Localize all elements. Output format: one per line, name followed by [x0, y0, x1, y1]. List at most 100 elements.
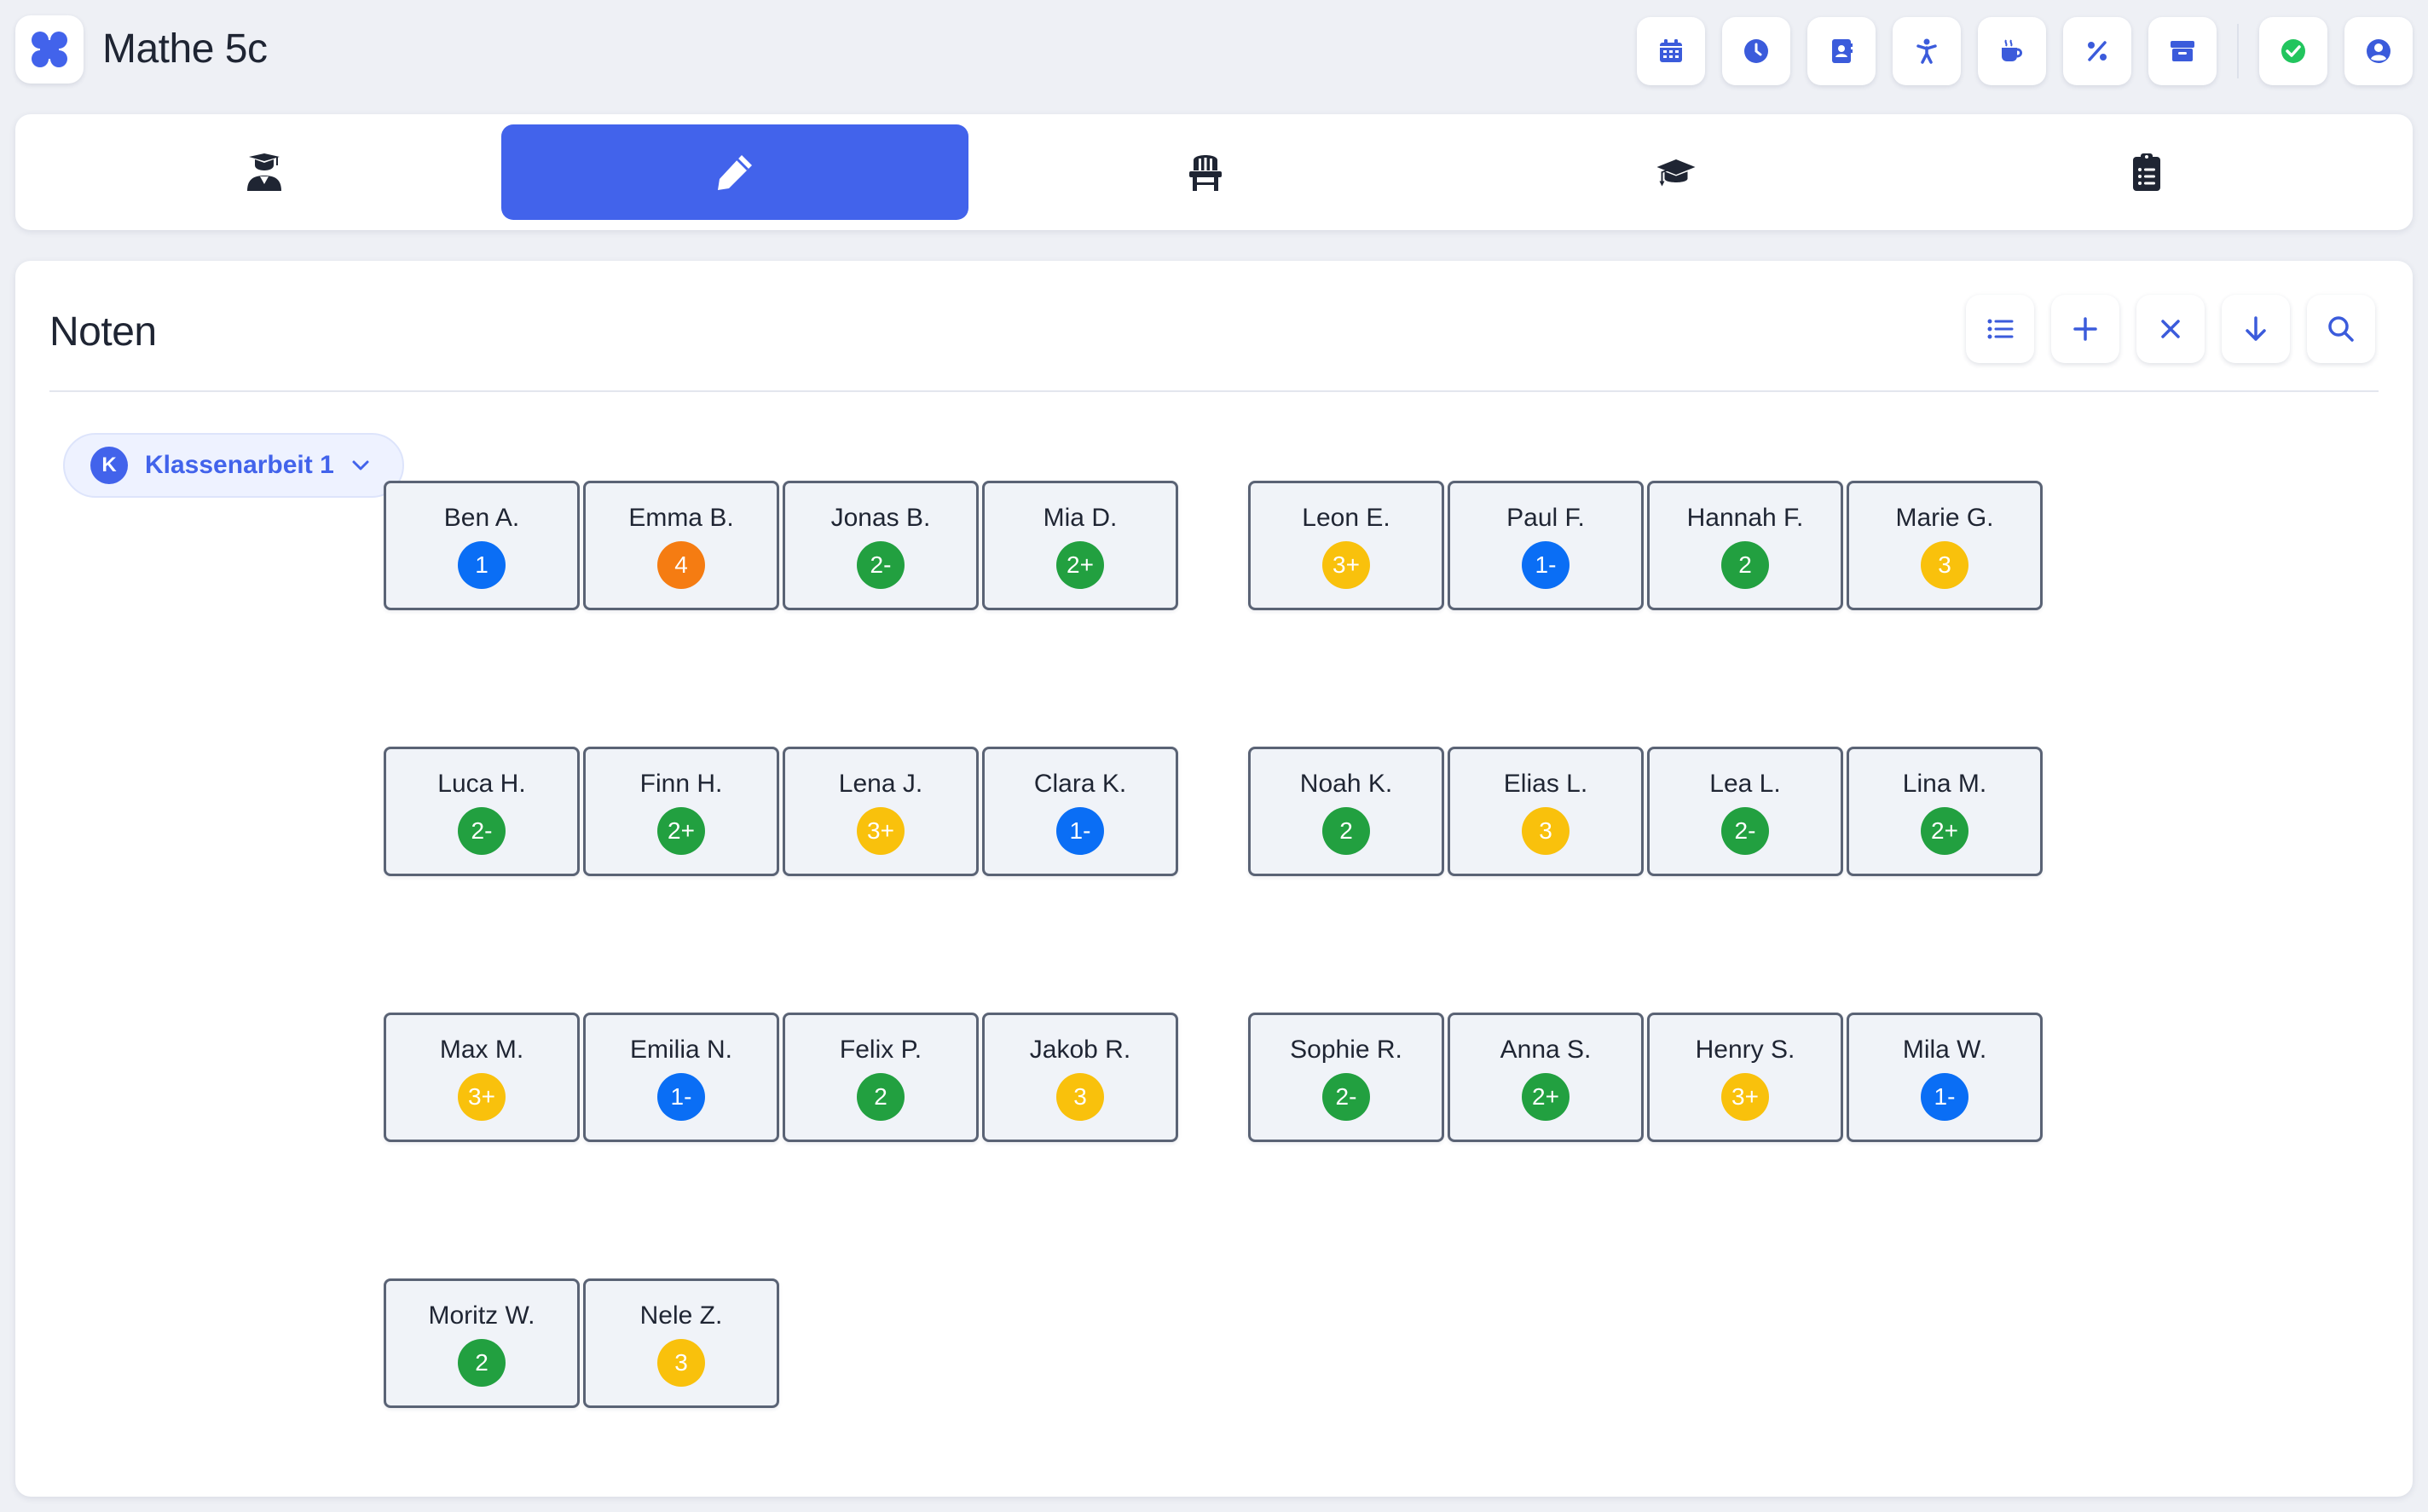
- student-tile[interactable]: Anna S. 2+: [1448, 1013, 1644, 1142]
- tab-grades[interactable]: [501, 124, 968, 220]
- status-button[interactable]: [2259, 17, 2327, 85]
- student-tile[interactable]: Clara K. 1-: [982, 747, 1178, 876]
- close-icon: [2161, 320, 2180, 338]
- archive-button[interactable]: [2148, 17, 2217, 85]
- percent-button[interactable]: [2063, 17, 2131, 85]
- account-button[interactable]: [2344, 17, 2413, 85]
- tab-bar: [15, 114, 2413, 230]
- student-tile[interactable]: Emma B. 4: [583, 481, 779, 610]
- tab-tasks[interactable]: [1913, 124, 2380, 220]
- list-icon: [1987, 319, 2014, 339]
- student-name: Jakob R.: [1029, 1036, 1131, 1064]
- grade-badge: 2: [1721, 541, 1769, 589]
- tab-exams[interactable]: [1442, 124, 1910, 220]
- plus-icon: [2073, 317, 2097, 341]
- exam-label: Klassenarbeit 1: [145, 451, 334, 479]
- student-tile[interactable]: Felix P. 2: [783, 1013, 979, 1142]
- student-name: Finn H.: [639, 770, 723, 798]
- section-divider: [49, 390, 2379, 392]
- student-tile[interactable]: Nele Z. 3: [583, 1278, 779, 1408]
- contacts-button[interactable]: [1807, 17, 1876, 85]
- grade-badge: 1: [458, 541, 506, 589]
- accessibility-button[interactable]: [1893, 17, 1961, 85]
- grade-badge: 1-: [657, 1073, 705, 1121]
- section-title: Noten: [49, 309, 157, 355]
- grade-badge: 4: [657, 541, 705, 589]
- grade-badge: 2+: [1522, 1073, 1570, 1121]
- list-view-button[interactable]: [1966, 295, 2034, 363]
- grade-badge: 3+: [1721, 1073, 1769, 1121]
- student-name: Emma B.: [628, 504, 734, 532]
- grade-badge: 3+: [458, 1073, 506, 1121]
- student-tile[interactable]: Henry S. 3+: [1647, 1013, 1843, 1142]
- student-name: Luca H.: [437, 770, 526, 798]
- student-name: Max M.: [439, 1036, 524, 1064]
- student-tile[interactable]: Elias L. 3: [1448, 747, 1644, 876]
- student-tile[interactable]: Ben A. 1: [384, 481, 580, 610]
- grade-badge: 2: [1322, 807, 1370, 855]
- chair-icon: [1189, 155, 1222, 191]
- clear-button[interactable]: [2136, 295, 2205, 363]
- grade-badge: 3: [1522, 807, 1570, 855]
- student-name: Nele Z.: [639, 1301, 723, 1330]
- search-button[interactable]: [2307, 295, 2375, 363]
- grade-badge: 2: [458, 1339, 506, 1387]
- clock-button[interactable]: [1722, 17, 1790, 85]
- student-tile[interactable]: Max M. 3+: [384, 1013, 580, 1142]
- student-tile[interactable]: Luca H. 2-: [384, 747, 580, 876]
- student-name: Elias L.: [1503, 770, 1588, 798]
- grade-badge: 1-: [1921, 1073, 1968, 1121]
- student-tile[interactable]: Jonas B. 2-: [783, 481, 979, 610]
- grade-badge: 3: [657, 1339, 705, 1387]
- student-tile[interactable]: Lea L. 2-: [1647, 747, 1843, 876]
- sort-button[interactable]: [2222, 295, 2290, 363]
- student-name: Moritz W.: [428, 1301, 535, 1330]
- student-name: Marie G.: [1895, 504, 1994, 532]
- student-tile[interactable]: Paul F. 1-: [1448, 481, 1644, 610]
- student-tile[interactable]: Finn H. 2+: [583, 747, 779, 876]
- student-tile[interactable]: Noah K. 2: [1248, 747, 1444, 876]
- chevron-down-icon: [352, 460, 369, 470]
- student-name: Leon E.: [1302, 504, 1390, 532]
- student-tile[interactable]: Lina M. 2+: [1847, 747, 2043, 876]
- student-tile[interactable]: Mila W. 1-: [1847, 1013, 2043, 1142]
- student-tile[interactable]: Jakob R. 3: [982, 1013, 1178, 1142]
- student-tile[interactable]: Lena J. 3+: [783, 747, 979, 876]
- grade-badge: 3+: [857, 807, 905, 855]
- calendar-icon: [1660, 39, 1682, 62]
- student-tile[interactable]: Moritz W. 2: [384, 1278, 580, 1408]
- student-name: Anna S.: [1500, 1036, 1592, 1064]
- student-name: Lea L.: [1709, 770, 1781, 798]
- student-tile[interactable]: Hannah F. 2: [1647, 481, 1843, 610]
- student-tile[interactable]: Sophie R. 2-: [1248, 1013, 1444, 1142]
- grade-badge: 2: [857, 1073, 905, 1121]
- app-logo[interactable]: [15, 15, 84, 84]
- grade-badge: 2-: [458, 807, 506, 855]
- grade-badge: 2-: [1721, 807, 1769, 855]
- student-tile[interactable]: Leon E. 3+: [1248, 481, 1444, 610]
- grade-badge: 1-: [1056, 807, 1104, 855]
- search-icon: [2328, 316, 2354, 342]
- student-name: Henry S.: [1695, 1036, 1795, 1064]
- check-circle-icon: [2281, 39, 2305, 63]
- student-tile[interactable]: Mia D. 2+: [982, 481, 1178, 610]
- student-name: Emilia N.: [629, 1036, 732, 1064]
- student-name: Clara K.: [1033, 770, 1127, 798]
- student-name: Mia D.: [1043, 504, 1118, 532]
- grade-badge: 3+: [1322, 541, 1370, 589]
- header-divider: [2237, 24, 2239, 78]
- student-name: Jonas B.: [830, 504, 931, 532]
- tab-seating[interactable]: [972, 124, 1439, 220]
- grade-badge: 2+: [657, 807, 705, 855]
- coffee-button[interactable]: [1978, 17, 2046, 85]
- exam-selector[interactable]: K Klassenarbeit 1: [63, 433, 404, 498]
- pencil-icon: [718, 155, 752, 190]
- student-tile[interactable]: Emilia N. 1-: [583, 1013, 779, 1142]
- student-tile[interactable]: Marie G. 3: [1847, 481, 2043, 610]
- calendar-button[interactable]: [1637, 17, 1705, 85]
- graduation-cap-icon: [1656, 159, 1696, 187]
- tab-students[interactable]: [31, 124, 498, 220]
- apps-icon: [32, 32, 67, 67]
- add-button[interactable]: [2051, 295, 2119, 363]
- accessibility-icon: [1916, 38, 1937, 64]
